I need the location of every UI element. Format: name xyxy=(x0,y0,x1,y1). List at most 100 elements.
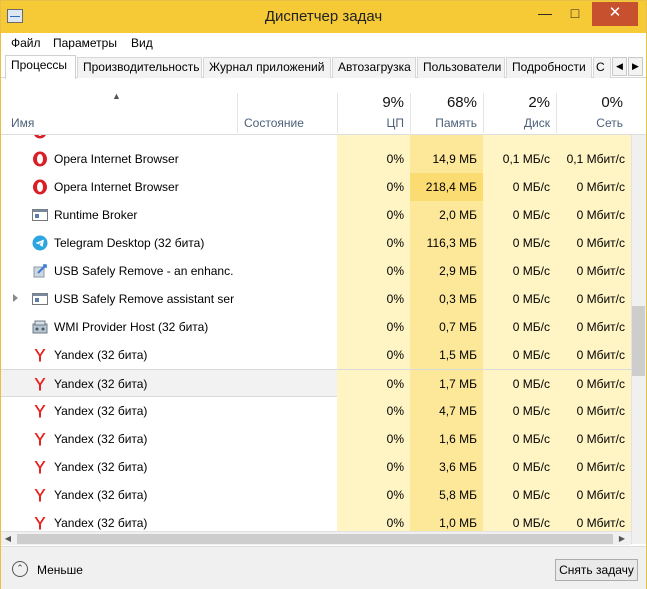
sort-up-icon: ▲ xyxy=(112,91,121,101)
process-name: Yandex (32 бита) xyxy=(54,460,148,474)
network-value: 0 Мбит/с xyxy=(556,201,631,229)
cpu-percent[interactable]: 9% xyxy=(341,94,404,111)
close-button[interactable]: ✕ xyxy=(592,2,638,26)
disk-percent[interactable]: 2% xyxy=(487,94,550,111)
disk-value: 0 МБ/с xyxy=(483,173,556,201)
process-name: Opera Internet Browser xyxy=(54,180,179,194)
disk-value: 0 МБ/с xyxy=(483,285,556,313)
process-name: Yandex (32 бита) xyxy=(54,404,148,418)
network-value: 0 Мбит/с xyxy=(556,313,631,341)
cpu-value: 0% xyxy=(337,173,410,201)
cpu-value: 0% xyxy=(337,397,410,425)
table-row[interactable]: Telegram Desktop (32 бита) 0% 116,3 МБ 0 МБ… xyxy=(1,229,631,257)
tab-services[interactable]: С xyxy=(593,57,611,78)
disk-value: 0 МБ/с xyxy=(483,370,556,398)
table-row[interactable]: Yandex (32 бита) 0% 3,6 МБ 0 МБ/с 0 Мбит/с xyxy=(1,453,631,481)
disk-value: 0 МБ/с xyxy=(483,425,556,453)
column-disk[interactable]: Диск xyxy=(487,116,550,130)
menu-view[interactable]: Вид xyxy=(131,36,153,50)
cpu-value: 0% xyxy=(337,285,410,313)
telegram-icon xyxy=(32,235,48,251)
disk-value: 0 МБ/с xyxy=(483,313,556,341)
table-row[interactable]: Yandex (32 бита) 0% 1,6 МБ 0 МБ/с 0 Мбит/с xyxy=(1,425,631,453)
memory-value: 1,7 МБ xyxy=(410,370,483,398)
network-value: 0 Мбит/с xyxy=(556,257,631,285)
tab-details[interactable]: Подробности xyxy=(506,57,592,78)
column-name[interactable]: Имя xyxy=(11,116,34,130)
network-value: 0,1 Мбит/с xyxy=(556,145,631,173)
process-name: Runtime Broker xyxy=(54,208,138,222)
horizontal-scrollbar[interactable]: ◀ ▶ xyxy=(1,531,631,545)
tab-app-history[interactable]: Журнал приложений xyxy=(203,57,331,78)
process-list: Opera Internet Browser 0% 14,9 МБ 0,1 МБ/с 0… xyxy=(1,135,631,544)
tab-processes[interactable]: Процессы xyxy=(5,55,76,79)
process-name: Yandex (32 бита) xyxy=(54,488,148,502)
yandex-icon xyxy=(32,487,48,503)
table-row[interactable] xyxy=(1,135,631,145)
tab-performance[interactable]: Производительность xyxy=(77,57,202,78)
memory-percent[interactable]: 68% xyxy=(414,94,477,111)
yandex-icon xyxy=(32,459,48,475)
opera-icon xyxy=(32,135,48,139)
column-cpu[interactable]: ЦП xyxy=(341,116,404,130)
process-name: Telegram Desktop (32 бита) xyxy=(54,236,205,250)
tab-scroll-right-button[interactable]: ▶ xyxy=(628,57,643,76)
cpu-value: 0% xyxy=(337,201,410,229)
table-header: ▲ Имя Состояние 9% ЦП 68% Память 2% Диск… xyxy=(1,79,646,135)
disk-value: 0 МБ/с xyxy=(483,201,556,229)
table-row[interactable]: WMI Provider Host (32 бита) 0% 0,7 МБ 0 МБ/… xyxy=(1,313,631,341)
menu-file[interactable]: Файл xyxy=(11,36,41,50)
runtime-broker-icon xyxy=(32,207,48,223)
scroll-left-arrow-icon[interactable]: ◀ xyxy=(1,532,15,546)
column-network[interactable]: Сеть xyxy=(560,116,623,130)
table-row[interactable]: USB Safely Remove - an enhanc... 0% 2,9 МБ… xyxy=(1,257,631,285)
vertical-scrollbar-thumb[interactable] xyxy=(632,306,645,376)
disk-value: 0 МБ/с xyxy=(483,229,556,257)
memory-value: 3,6 МБ xyxy=(410,453,483,481)
table-row[interactable]: Opera Internet Browser 0% 14,9 МБ 0,1 МБ/с 0… xyxy=(1,145,631,173)
minimize-button[interactable]: — xyxy=(531,1,559,27)
menu-options[interactable]: Параметры xyxy=(53,36,117,50)
table-row[interactable]: Yandex (32 бита) 0% 1,7 МБ 0 МБ/с 0 Мбит/с xyxy=(1,369,631,398)
fewer-details-link[interactable]: Меньше xyxy=(37,563,83,577)
cpu-value: 0% xyxy=(337,453,410,481)
memory-value: 0,7 МБ xyxy=(410,313,483,341)
cpu-value: 0% xyxy=(337,370,410,398)
process-name: Yandex (32 бита) xyxy=(54,377,148,391)
column-memory[interactable]: Память xyxy=(414,116,477,130)
app-window-icon xyxy=(32,291,48,307)
network-percent[interactable]: 0% xyxy=(560,94,623,111)
scroll-right-arrow-icon[interactable]: ▶ xyxy=(615,532,629,546)
cpu-value: 0% xyxy=(337,145,410,173)
table-row[interactable]: Runtime Broker 0% 2,0 МБ 0 МБ/с 0 Мбит/с xyxy=(1,201,631,229)
tab-bar: Процессы Производительность Журнал прило… xyxy=(1,54,646,79)
opera-icon xyxy=(32,151,48,167)
maximize-button[interactable]: □ xyxy=(561,1,589,27)
end-task-button[interactable]: Снять задачу xyxy=(555,559,638,581)
table-row[interactable]: Opera Internet Browser 0% 218,4 МБ 0 МБ/с 0 … xyxy=(1,173,631,201)
usb-remove-icon xyxy=(32,263,48,279)
horizontal-scrollbar-thumb[interactable] xyxy=(17,534,613,544)
network-value: 0 Мбит/с xyxy=(556,341,631,369)
expand-arrow-icon[interactable] xyxy=(13,294,18,302)
tab-startup[interactable]: Автозагрузка xyxy=(332,57,416,78)
disk-value: 0 МБ/с xyxy=(483,397,556,425)
process-name: Yandex (32 бита) xyxy=(54,432,148,446)
network-value: 0 Мбит/с xyxy=(556,425,631,453)
cpu-value: 0% xyxy=(337,313,410,341)
chevron-up-icon[interactable]: ⌃ xyxy=(12,561,28,577)
tab-scroll-left-button[interactable]: ◀ xyxy=(612,57,627,76)
task-manager-window: Диспетчер задач — □ ✕ Файл Параметры Вид… xyxy=(0,0,647,589)
disk-value: 0,1 МБ/с xyxy=(483,145,556,173)
network-value: 0 Мбит/с xyxy=(556,229,631,257)
cpu-value: 0% xyxy=(337,341,410,369)
table-row[interactable]: Yandex (32 бита) 0% 4,7 МБ 0 МБ/с 0 Мбит/с xyxy=(1,397,631,425)
table-row[interactable]: Yandex (32 бита) 0% 1,5 МБ 0 МБ/с 0 Мбит/с xyxy=(1,341,631,369)
title-bar[interactable]: Диспетчер задач — □ ✕ xyxy=(1,1,646,33)
tab-users[interactable]: Пользователи xyxy=(417,57,505,78)
table-row[interactable]: Yandex (32 бита) 0% 5,8 МБ 0 МБ/с 0 Мбит/с xyxy=(1,481,631,509)
network-value: 0 Мбит/с xyxy=(556,397,631,425)
memory-value: 4,7 МБ xyxy=(410,397,483,425)
table-row[interactable]: USB Safely Remove assistant ser... 0% 0,3 … xyxy=(1,285,631,313)
column-status[interactable]: Состояние xyxy=(244,116,304,130)
